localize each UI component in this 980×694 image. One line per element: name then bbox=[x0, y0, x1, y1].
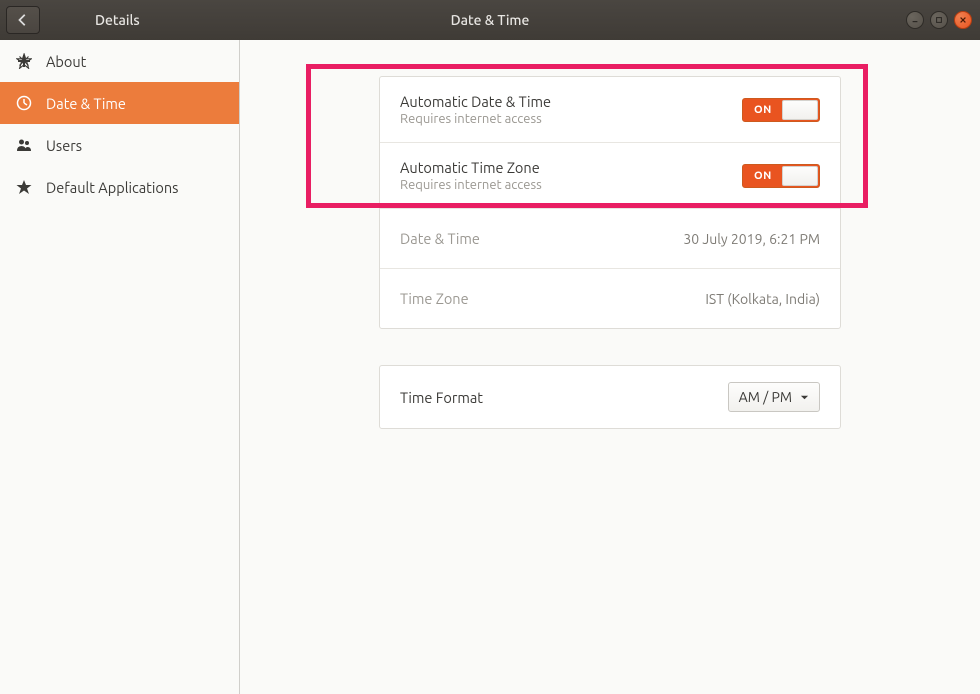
switch-thumb bbox=[782, 100, 818, 120]
titlebar-section: Details bbox=[95, 12, 140, 28]
close-icon bbox=[959, 16, 967, 24]
maximize-icon bbox=[935, 16, 943, 24]
datetime-label: Date & Time bbox=[400, 230, 480, 247]
panel-main: Automatic Date & Time Requires internet … bbox=[379, 76, 841, 329]
row-datetime[interactable]: Date & Time 30 July 2019, 6:21 PM bbox=[380, 208, 840, 268]
sidebar-item-default-apps[interactable]: Default Applications bbox=[0, 166, 239, 208]
timezone-label: Time Zone bbox=[400, 290, 469, 307]
row-auto-timezone: Automatic Time Zone Requires internet ac… bbox=[380, 142, 840, 208]
titlebar: Details Date & Time bbox=[0, 0, 980, 40]
sidebar-item-label: Date & Time bbox=[46, 95, 126, 112]
row-time-format: Time Format AM / PM bbox=[380, 366, 840, 428]
maximize-button[interactable] bbox=[930, 11, 948, 29]
chevron-left-icon bbox=[16, 13, 30, 27]
minimize-icon bbox=[911, 16, 919, 24]
back-button[interactable] bbox=[6, 6, 40, 34]
sidebar: About Date & Time Users Default Applicat… bbox=[0, 40, 240, 694]
sidebar-item-label: Users bbox=[46, 137, 82, 154]
auto-datetime-sub: Requires internet access bbox=[400, 112, 551, 126]
datetime-value: 30 July 2019, 6:21 PM bbox=[683, 231, 820, 247]
minimize-button[interactable] bbox=[906, 11, 924, 29]
switch-label: ON bbox=[743, 104, 772, 116]
row-timezone[interactable]: Time Zone IST (Kolkata, India) bbox=[380, 268, 840, 328]
auto-timezone-switch[interactable]: ON bbox=[742, 164, 820, 188]
sidebar-item-date-time[interactable]: Date & Time bbox=[0, 82, 239, 124]
auto-timezone-sub: Requires internet access bbox=[400, 178, 542, 192]
sidebar-item-about[interactable]: About bbox=[0, 40, 239, 82]
switch-label: ON bbox=[743, 170, 772, 182]
auto-datetime-switch[interactable]: ON bbox=[742, 98, 820, 122]
star-icon bbox=[16, 179, 32, 195]
time-format-combo[interactable]: AM / PM bbox=[728, 382, 820, 412]
window-controls bbox=[906, 11, 972, 29]
chevron-down-icon bbox=[800, 393, 809, 402]
sidebar-item-users[interactable]: Users bbox=[0, 124, 239, 166]
sidebar-item-label: About bbox=[46, 53, 86, 70]
timezone-value: IST (Kolkata, India) bbox=[705, 291, 820, 307]
sidebar-item-label: Default Applications bbox=[46, 179, 178, 196]
time-format-value: AM / PM bbox=[739, 389, 792, 405]
row-auto-datetime: Automatic Date & Time Requires internet … bbox=[380, 77, 840, 142]
content-area: Automatic Date & Time Requires internet … bbox=[240, 40, 980, 694]
close-button[interactable] bbox=[954, 11, 972, 29]
panel-format: Time Format AM / PM bbox=[379, 365, 841, 429]
switch-thumb bbox=[782, 166, 818, 186]
users-icon bbox=[16, 137, 32, 153]
titlebar-title: Date & Time bbox=[451, 12, 530, 28]
auto-datetime-label: Automatic Date & Time bbox=[400, 93, 551, 110]
plus-icon bbox=[16, 53, 32, 69]
time-format-label: Time Format bbox=[400, 389, 483, 406]
clock-icon bbox=[16, 95, 32, 111]
auto-timezone-label: Automatic Time Zone bbox=[400, 159, 542, 176]
